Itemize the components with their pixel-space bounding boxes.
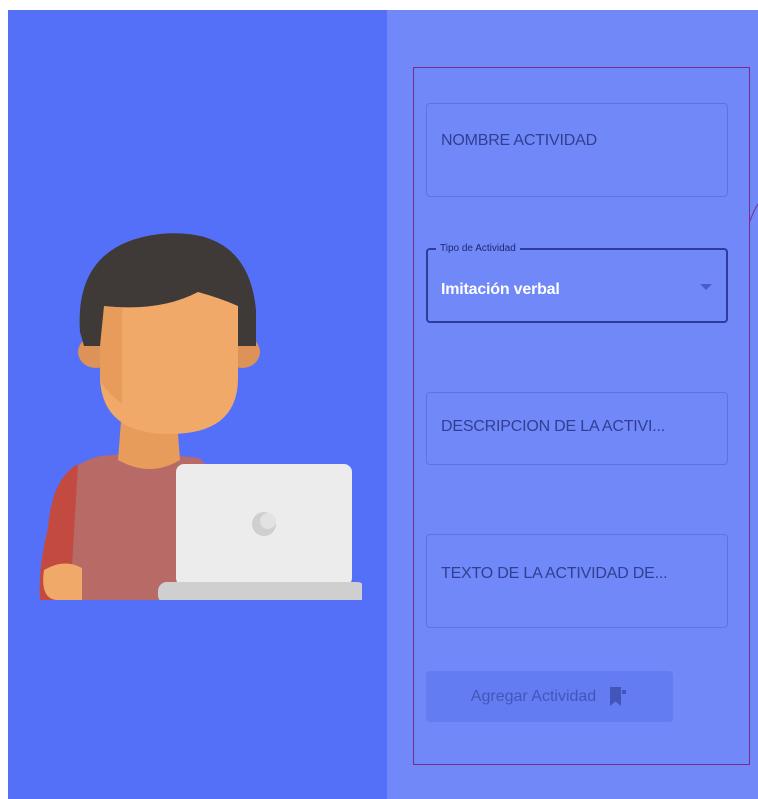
activity-name-input[interactable]: NOMBRE ACTIVIDAD: [426, 103, 728, 197]
activity-description-input[interactable]: DESCRIPCION DE LA ACTIVI...: [426, 392, 728, 465]
activity-text-placeholder: TEXTO DE LA ACTIVIDAD DE...: [441, 565, 668, 582]
activity-text-input[interactable]: TEXTO DE LA ACTIVIDAD DE...: [426, 534, 728, 628]
activity-type-select[interactable]: Tipo de Actividad Imitación verbal: [426, 243, 728, 323]
add-activity-label: Agregar Actividad: [470, 687, 597, 705]
add-activity-button[interactable]: Agregar Actividad: [426, 671, 673, 722]
dropdown-arrow-icon: [700, 284, 712, 290]
page: NOMBRE ACTIVIDAD Tipo de Actividad Imita…: [8, 10, 758, 799]
activity-type-label: Tipo de Actividad: [436, 243, 520, 255]
activity-description-placeholder: DESCRIPCION DE LA ACTIVI...: [441, 418, 665, 435]
bookmark-add-icon: [610, 686, 627, 706]
activity-type-value: Imitación verbal: [441, 281, 560, 298]
activity-name-placeholder: NOMBRE ACTIVIDAD: [441, 132, 597, 149]
